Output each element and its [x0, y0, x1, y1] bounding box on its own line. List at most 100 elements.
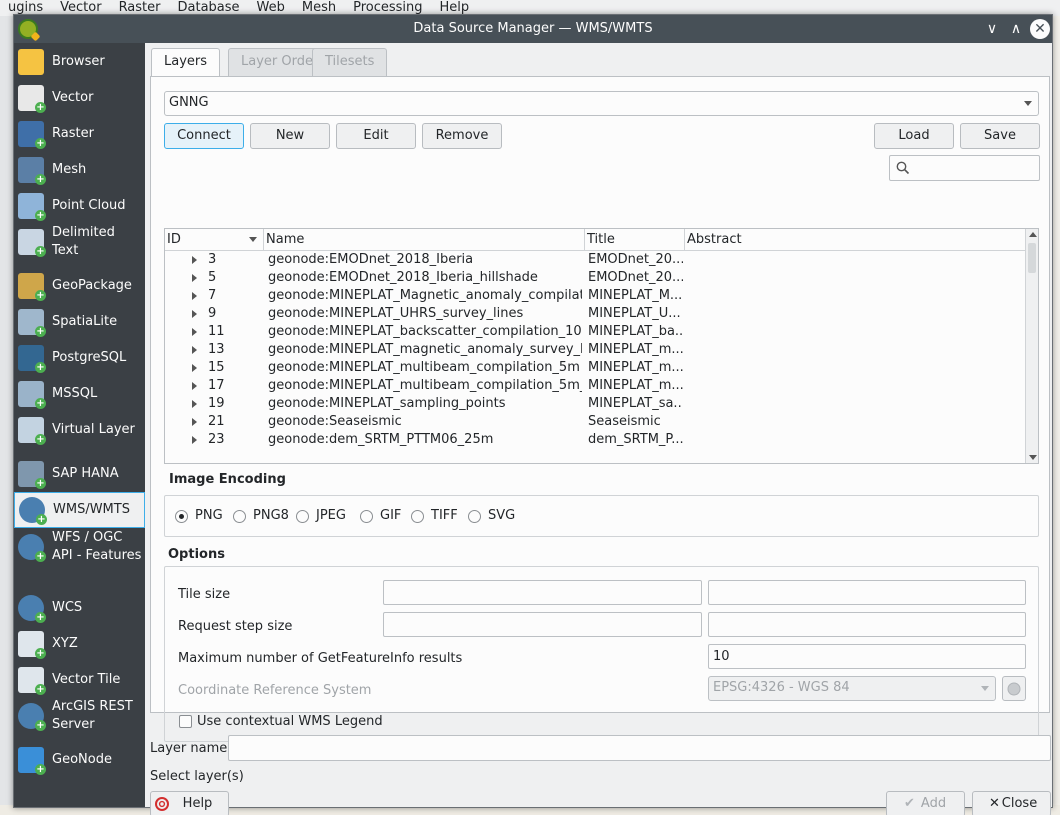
scroll-up-icon[interactable]: [1029, 232, 1037, 237]
table-row[interactable]: 7 geonode:MINEPLAT_Magnetic_anomaly_compi…: [165, 287, 1025, 305]
layers-table[interactable]: ID Name Title Abstract 3 geonode:EMODnet_…: [164, 228, 1039, 464]
sidebar-item-sap-hana[interactable]: + SAP HANA: [14, 456, 145, 492]
checkmark-icon: ✔: [904, 796, 915, 811]
tile-height-input[interactable]: [708, 580, 1026, 605]
image-encoding-group: PNG PNG8 JPEG GIF TIFF SVG: [164, 495, 1039, 537]
table-row[interactable]: 3 geonode:EMODnet_2018_Iberia EMODnet_20..…: [165, 251, 1025, 269]
new-connection-button[interactable]: New: [250, 123, 330, 149]
table-row[interactable]: 13 geonode:MINEPLAT_magnetic_anomaly_surv…: [165, 341, 1025, 359]
expand-arrow-icon[interactable]: [192, 382, 197, 390]
radio-jpeg[interactable]: [296, 510, 309, 523]
max-featureinfo-input[interactable]: 10: [708, 644, 1026, 669]
expand-arrow-icon[interactable]: [192, 292, 197, 300]
expand-arrow-icon[interactable]: [192, 364, 197, 372]
plus-badge-icon: +: [35, 434, 46, 445]
close-icon: ✕: [989, 796, 1000, 811]
sidebar-item-wms[interactable]: + WMS/WMTS: [14, 492, 145, 528]
tab-tilesets[interactable]: Tilesets: [312, 48, 388, 76]
main-panel: Layers Layer Order Tilesets GNNG Connect…: [149, 43, 1052, 815]
expand-arrow-icon[interactable]: [192, 418, 197, 426]
wms-icon: +: [19, 497, 47, 525]
sidebar-item-folder[interactable]: Browser: [14, 44, 145, 80]
edit-connection-button[interactable]: Edit: [336, 123, 416, 149]
search-input[interactable]: [889, 155, 1040, 181]
sidebar-item-raster[interactable]: + Raster: [14, 116, 145, 152]
step-height-input[interactable]: [708, 612, 1026, 637]
layer-name-input[interactable]: [228, 735, 1051, 761]
crs-select[interactable]: EPSG:4326 - WGS 84: [708, 676, 996, 701]
title-bar[interactable]: Data Source Manager — WMS/WMTS ∨ ∧ ✕: [14, 15, 1052, 43]
sidebar-item-geopackage[interactable]: + GeoPackage: [14, 268, 145, 304]
table-row[interactable]: 11 geonode:MINEPLAT_backscatter_compilati…: [165, 323, 1025, 341]
close-window-button[interactable]: ✕: [1030, 19, 1050, 39]
step-width-input[interactable]: [383, 612, 702, 637]
table-row[interactable]: 5 geonode:EMODnet_2018_Iberia_hillshade EM…: [165, 269, 1025, 287]
sidebar-item-delimited-text[interactable]: + Delimited Text: [14, 224, 145, 260]
tab-layers[interactable]: Layers: [151, 48, 221, 77]
expand-arrow-icon[interactable]: [192, 256, 197, 264]
minimize-button[interactable]: ∨: [982, 19, 1002, 39]
scrollbar-handle[interactable]: [1028, 243, 1036, 273]
sidebar-item-wcs[interactable]: + WCS: [14, 590, 145, 626]
table-row[interactable]: 9 geonode:MINEPLAT_UHRS_survey_lines MINEP…: [165, 305, 1025, 323]
expand-arrow-icon[interactable]: [192, 436, 197, 444]
sidebar-item-vector-tile[interactable]: + Vector Tile: [14, 662, 145, 698]
expand-arrow-icon[interactable]: [192, 400, 197, 408]
crs-label: Coordinate Reference System: [178, 683, 372, 698]
table-row[interactable]: 19 geonode:MINEPLAT_sampling_points MINEPL…: [165, 395, 1025, 413]
plus-badge-icon: +: [35, 102, 46, 113]
crs-selector-button[interactable]: [1002, 676, 1026, 701]
radio-gif[interactable]: [360, 510, 373, 523]
table-row[interactable]: 15 geonode:MINEPLAT_multibeam_compilation…: [165, 359, 1025, 377]
tile-width-input[interactable]: [383, 580, 702, 605]
search-icon: [896, 161, 910, 175]
radio-png8[interactable]: [233, 510, 246, 523]
connect-button[interactable]: Connect: [164, 123, 244, 149]
table-row[interactable]: 21 geonode:Seaseismic Seaseismic: [165, 413, 1025, 431]
connection-select[interactable]: GNNG: [164, 91, 1039, 116]
close-button-label: Close: [1001, 796, 1038, 811]
plus-badge-icon: +: [35, 290, 46, 301]
vector-icon: +: [18, 85, 46, 113]
maximize-button[interactable]: ∧: [1006, 19, 1026, 39]
layers-table-scrollbar[interactable]: [1025, 229, 1038, 463]
column-header-title[interactable]: Title: [585, 229, 685, 251]
sidebar-item-xyz[interactable]: + XYZ: [14, 626, 145, 662]
expand-arrow-icon[interactable]: [192, 346, 197, 354]
radio-svg[interactable]: [468, 510, 481, 523]
sidebar-item-wfs[interactable]: + WFS / OGC API - Features: [14, 529, 145, 565]
sidebar-item-arcgis[interactable]: + ArcGIS REST Server: [14, 698, 145, 734]
expand-arrow-icon[interactable]: [192, 274, 197, 282]
options-group: Tile size Request step size Maximum numb…: [164, 566, 1039, 742]
table-row[interactable]: 17 geonode:MINEPLAT_multibeam_compilation…: [165, 377, 1025, 395]
sidebar-item-postgresql[interactable]: + PostgreSQL: [14, 340, 145, 376]
close-button[interactable]: ✕ Close: [972, 791, 1051, 815]
load-button[interactable]: Load: [874, 123, 954, 149]
add-button[interactable]: ✔ Add: [886, 791, 965, 815]
sidebar-item-point-cloud[interactable]: + Point Cloud: [14, 188, 145, 224]
sidebar-item-virtual-layer[interactable]: + Virtual Layer: [14, 412, 145, 448]
sidebar-item-spatialite[interactable]: + SpatiaLite: [14, 304, 145, 340]
expand-arrow-icon[interactable]: [192, 310, 197, 318]
sidebar-item-mssql[interactable]: + MSSQL: [14, 376, 145, 412]
radio-png[interactable]: [175, 510, 188, 523]
sidebar-item-label: GeoNode: [52, 752, 112, 767]
cell-id: 21: [208, 414, 225, 429]
expand-arrow-icon[interactable]: [192, 328, 197, 336]
radio-tiff[interactable]: [411, 510, 424, 523]
layers-tab-pane: GNNG Connect New Edit Remove Load Save I…: [150, 76, 1050, 742]
scroll-down-icon[interactable]: [1029, 455, 1037, 460]
contextual-legend-checkbox[interactable]: [179, 715, 192, 728]
save-button[interactable]: Save: [960, 123, 1040, 149]
table-row[interactable]: 23 geonode:dem_SRTM_PTTM06_25m dem_SRTM_P.…: [165, 431, 1025, 449]
column-header-abstract[interactable]: Abstract: [685, 229, 1025, 251]
chevron-down-icon: [1024, 101, 1032, 106]
sidebar-item-mesh[interactable]: + Mesh: [14, 152, 145, 188]
help-button[interactable]: Help: [150, 791, 229, 815]
column-header-id[interactable]: ID: [165, 229, 264, 251]
sidebar-item-vector[interactable]: + Vector: [14, 80, 145, 116]
sidebar-item-label: Virtual Layer: [52, 422, 135, 437]
remove-connection-button[interactable]: Remove: [422, 123, 502, 149]
sidebar-item-geonode[interactable]: + GeoNode: [14, 742, 145, 778]
column-header-name[interactable]: Name: [264, 229, 585, 251]
